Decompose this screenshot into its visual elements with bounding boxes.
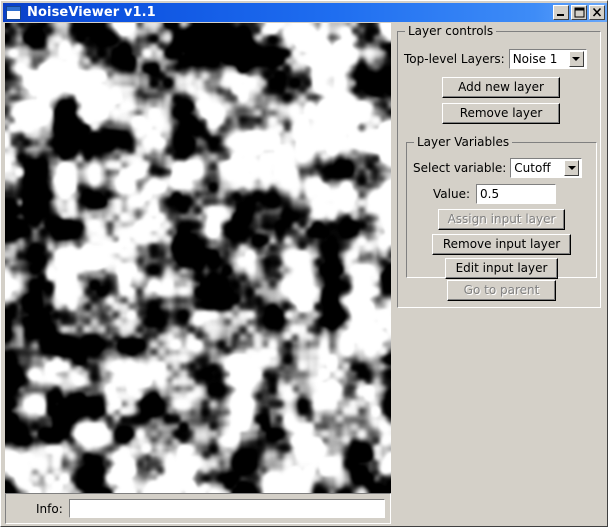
- layer-variables-legend: Layer Variables: [414, 135, 513, 149]
- top-level-layers-label: Top-level Layers:: [404, 52, 505, 66]
- layer-controls-group: Layer controls Top-level Layers: Noise 1…: [397, 24, 601, 308]
- noise-canvas[interactable]: [5, 23, 391, 493]
- chevron-down-icon[interactable]: [568, 51, 584, 67]
- remove-layer-button[interactable]: Remove layer: [442, 103, 560, 124]
- application-window: NoiseViewer v1.1 Info: Layer controls To…: [0, 0, 608, 527]
- add-new-layer-button[interactable]: Add new layer: [442, 77, 560, 98]
- window-icon: [6, 5, 21, 20]
- remove-input-layer-button[interactable]: Remove input layer: [432, 234, 571, 255]
- info-bar: Info:: [5, 493, 391, 524]
- chevron-down-icon[interactable]: [564, 160, 580, 176]
- close-icon: [592, 7, 602, 17]
- top-level-layers-select[interactable]: Noise 1: [508, 49, 587, 69]
- title-bar[interactable]: NoiseViewer v1.1: [3, 3, 607, 22]
- minimize-icon: [557, 14, 564, 16]
- maximize-icon: [574, 7, 585, 18]
- maximize-button[interactable]: [571, 5, 587, 20]
- window-title: NoiseViewer v1.1: [27, 5, 156, 20]
- controls-panel: Layer controls Top-level Layers: Noise 1…: [393, 23, 605, 524]
- assign-input-layer-button[interactable]: Assign input layer: [438, 209, 565, 230]
- select-variable-select[interactable]: Cutoff: [510, 158, 583, 178]
- value-row: Value:: [433, 184, 556, 204]
- edit-input-layer-button[interactable]: Edit input layer: [445, 258, 558, 279]
- value-input[interactable]: [476, 184, 556, 204]
- top-level-layers-row: Top-level Layers: Noise 1: [404, 49, 587, 69]
- go-to-parent-button[interactable]: Go to parent: [447, 280, 556, 301]
- select-variable-row: Select variable: Cutoff: [413, 158, 583, 178]
- top-level-layers-value: Noise 1: [512, 52, 558, 66]
- layer-controls-legend: Layer controls: [405, 24, 497, 38]
- minimize-button[interactable]: [553, 5, 569, 20]
- info-label: Info:: [36, 501, 63, 516]
- layer-variables-group: Layer Variables Select variable: Cutoff …: [406, 135, 597, 279]
- select-variable-label: Select variable:: [413, 161, 507, 175]
- close-button[interactable]: [589, 5, 605, 20]
- select-variable-value: Cutoff: [514, 161, 551, 175]
- info-input[interactable]: [68, 499, 385, 518]
- value-label: Value:: [433, 187, 470, 201]
- noise-preview[interactable]: [5, 23, 391, 493]
- window-buttons: [553, 5, 605, 20]
